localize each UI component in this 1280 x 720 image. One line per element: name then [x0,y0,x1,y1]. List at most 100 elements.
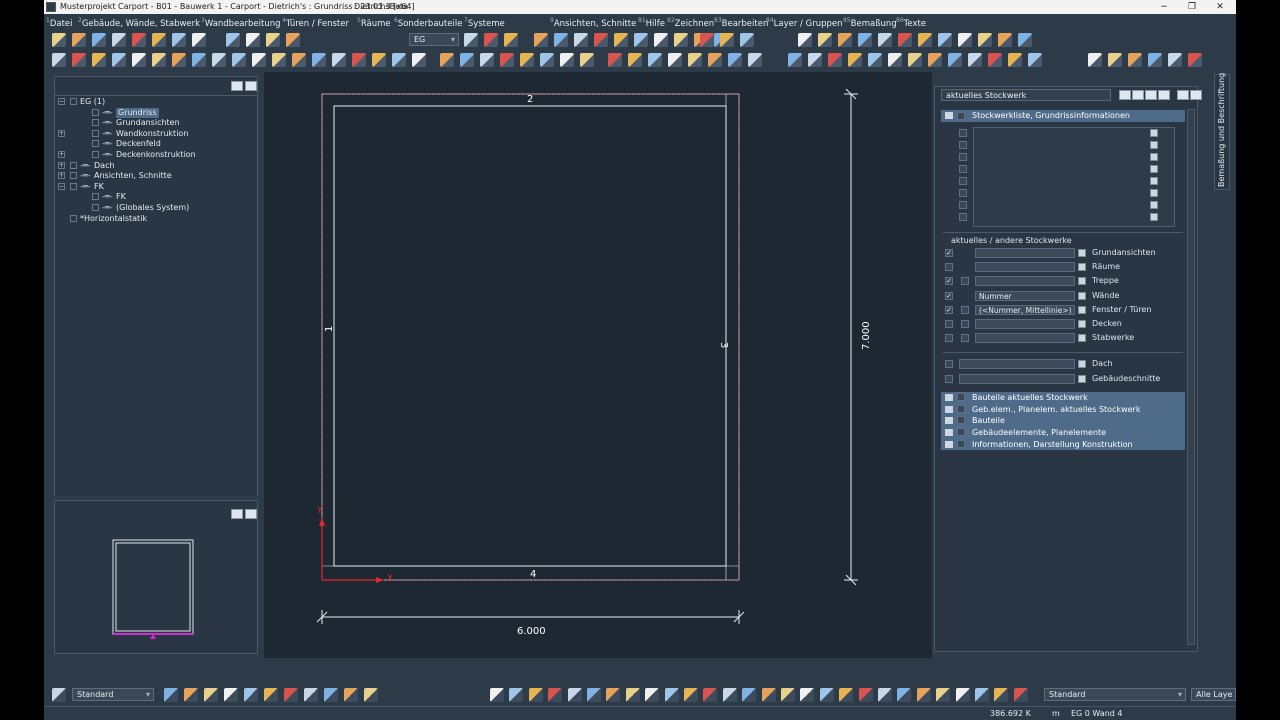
tree-item[interactable]: -═- (Globales System) [58,203,248,213]
menu-bearbeiten[interactable]: 83Bearbeiten [714,14,768,31]
storey-checkbox[interactable] [959,177,967,185]
layer-visible-checkbox[interactable] [945,320,953,328]
toolbar-tool-icon[interactable] [1188,53,1202,67]
layer-label-field[interactable] [975,262,1075,273]
group-checkbox[interactable] [957,416,965,425]
toolbar-tool-icon[interactable] [484,33,498,47]
toolbar-tool-icon[interactable] [958,33,972,47]
dock-icon[interactable] [245,81,257,91]
toolbar-tool-icon[interactable] [740,33,754,47]
layer-label-field[interactable]: Nummer [975,290,1075,301]
toolbar-tool-icon[interactable] [594,33,608,47]
toolbar-tool-icon[interactable] [1088,53,1102,67]
draw-tool-icon[interactable] [722,688,737,702]
menu-wandbearbeitung[interactable]: 3Wandbearbeitung [201,14,281,31]
tree-checkbox[interactable] [92,129,99,137]
toolbar-tool-icon[interactable] [748,53,762,67]
close-button[interactable]: ✕ [1206,0,1234,14]
draw-tool-icon[interactable] [1013,688,1028,702]
draw-tool-icon[interactable] [684,688,698,702]
toolbar-tool-icon[interactable] [72,53,86,67]
toolbar-tool-icon[interactable] [52,33,66,47]
tree-item[interactable]: + -═- Wandkonstruktion [58,129,248,139]
tree-checkbox[interactable] [92,140,99,148]
toolbar-tool-icon[interactable] [480,53,494,67]
tree-checkbox[interactable] [92,193,99,201]
toolbar-tool-icon[interactable] [152,53,166,67]
tree-checkbox[interactable] [92,151,99,158]
menu-systeme[interactable]: 7Systeme [464,14,505,31]
toolbar-tool-icon[interactable] [112,53,126,67]
menu-ansichten[interactable]: 9Ansichten, Schnitte [550,14,636,31]
draw-tool-icon[interactable] [587,688,601,702]
toolbar-tool-icon[interactable] [412,53,426,67]
storey-settings-icon[interactable] [1150,177,1158,185]
storey-settings-icon[interactable] [1150,189,1158,197]
toolbar-tool-icon[interactable] [968,53,982,67]
storey-checkbox[interactable] [959,189,967,197]
toolbar-tool-icon[interactable] [1128,53,1142,67]
toolbar-tool-icon[interactable] [226,33,240,47]
toolbar-tool-icon[interactable] [554,33,568,47]
toolbar-tool-icon[interactable] [132,33,146,47]
toolbar-tool-icon[interactable] [272,53,286,67]
tree-item[interactable]: + -═- Ansichten, Schnitte [58,171,248,181]
layer-settings-icon[interactable] [1078,320,1086,328]
toolbar-tool-icon[interactable] [1148,53,1162,67]
expand-toggle-icon[interactable]: − [58,182,65,190]
group-row[interactable]: Bauteile [941,415,1185,426]
toolbar-tool-icon[interactable] [232,53,246,67]
toolbar-tool-icon[interactable] [212,53,226,67]
draw-tool-icon[interactable] [52,688,66,702]
draw-tool-icon[interactable] [490,688,504,702]
storey-list-checkbox[interactable] [957,112,965,120]
panel-tool-icon[interactable] [1119,90,1131,100]
layer-visible-checkbox[interactable]: ✓ [945,305,953,314]
draw-tool-icon[interactable] [916,688,931,702]
panel-tool-icon[interactable] [1132,90,1144,100]
draw-tool-icon[interactable] [897,688,912,702]
pin-icon[interactable] [231,81,243,91]
draw-tool-icon[interactable] [975,688,989,702]
draw-tool-icon[interactable] [800,688,815,702]
expand-toggle-icon[interactable]: + [58,151,65,158]
layer-settings-icon[interactable] [1078,305,1086,314]
storey-checkbox[interactable] [959,201,967,209]
toolbar-tool-icon[interactable] [504,33,518,47]
draw-tool-icon[interactable] [761,688,776,702]
group-checkbox[interactable] [957,404,965,413]
expand-toggle-icon[interactable]: + [58,172,65,180]
layer-option-checkbox[interactable] [961,277,969,286]
tree-checkbox[interactable] [92,204,99,211]
group-row[interactable]: Bauteile aktuelles Stockwerk [941,392,1185,403]
side-tab-bemassung[interactable]: Bemaßung und Beschriftung [1214,73,1230,190]
group-row[interactable]: Geb.elem., Planelem. aktuelles Stockwerk [941,404,1185,415]
menu-bemassung[interactable]: 85Bemaßung [843,14,897,31]
draw-tool-icon[interactable] [839,688,854,702]
storey-settings-icon[interactable] [1150,129,1158,137]
storey-settings-icon[interactable] [1150,165,1158,173]
panel-tool-icon[interactable] [1177,90,1189,100]
draw-tool-icon[interactable] [164,688,178,702]
tree-item[interactable]: -═- Deckenfeld [58,139,248,149]
toolbar-tool-icon[interactable] [634,33,648,47]
toolbar-tool-icon[interactable] [648,53,662,67]
draw-tool-icon[interactable] [284,688,298,702]
layer-settings-icon[interactable] [1078,334,1086,343]
toolbar-tool-icon[interactable] [172,33,186,47]
menu-tueren-fenster[interactable]: 4Türen / Fenster [282,14,349,31]
layer-visible-checkbox[interactable] [945,375,953,383]
expand-toggle-icon[interactable]: − [58,98,65,105]
layer-label-field[interactable] [975,276,1075,287]
drawing-canvas[interactable]: 2 4 1 3 6.000 7.000 Y X [264,72,932,658]
group-checkbox[interactable] [957,428,965,437]
storey-checkbox[interactable] [959,165,967,173]
toolbar-tool-icon[interactable] [668,53,682,67]
tree-item[interactable]: -═- Grundriss [58,107,248,118]
toolbar-tool-icon[interactable] [614,33,628,47]
menu-layer[interactable]: 84Layer / Gruppen [766,14,842,31]
layer-label-field[interactable] [975,333,1075,344]
draw-tool-icon[interactable] [645,688,660,702]
group-checkbox[interactable] [957,439,965,448]
panel-tool-icon[interactable] [1145,90,1157,100]
